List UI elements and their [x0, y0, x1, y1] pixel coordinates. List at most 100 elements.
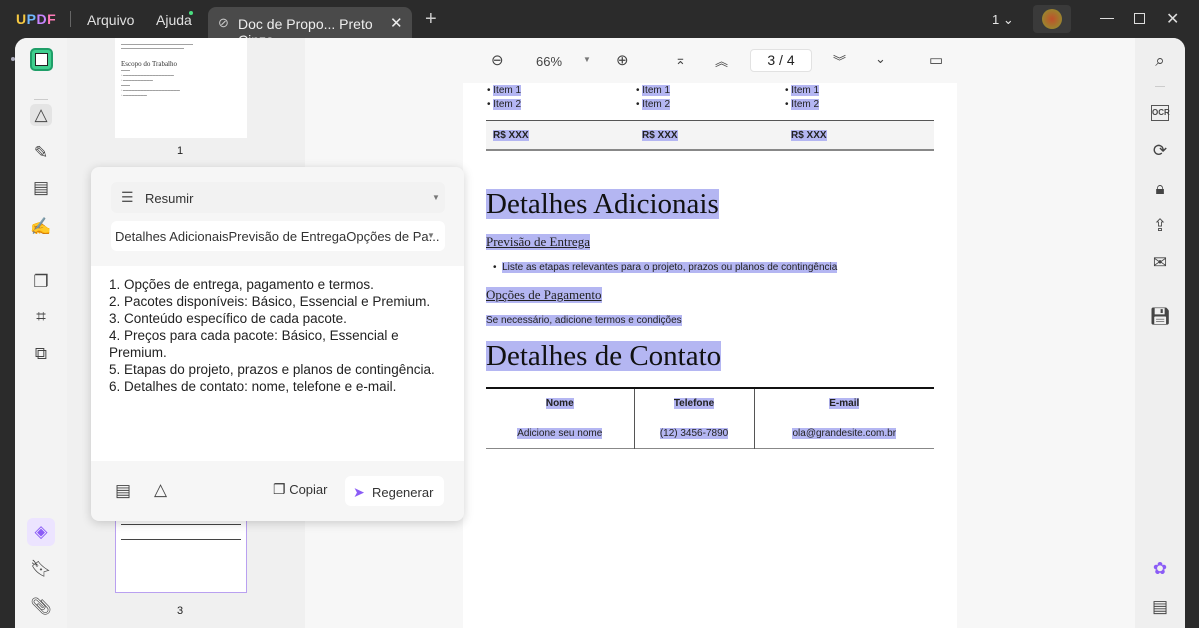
insert-comment-icon[interactable]: ▤ [115, 481, 131, 501]
last-page-icon[interactable]: ⌄ [875, 51, 886, 67]
page-indicator[interactable]: 1 ⌄ [992, 12, 1014, 28]
regenerate-label: Regenerar [371, 485, 434, 500]
search-icon[interactable]: ⌕ [1149, 50, 1171, 72]
ai-assistant-icon[interactable]: ✿ [1149, 558, 1171, 580]
protect-icon[interactable]: 🔒︎ [1149, 178, 1171, 200]
table-cell: (12) 3456-7890 [659, 427, 729, 439]
selection-value: Detalhes AdicionaisPrevisão de EntregaOp… [115, 229, 440, 244]
chevron-down-icon: ⌄ [1002, 12, 1014, 27]
page-number-input[interactable]: 3 / 4 [750, 49, 812, 72]
heading-previsao-entrega: Previsão de Entrega [486, 234, 590, 250]
tab-document[interactable]: ⊘ Doc de Propo... Preto Cinza ✕ [208, 7, 412, 48]
convert-icon[interactable]: ⟳ [1149, 140, 1171, 162]
window-count: 1 [992, 12, 1000, 27]
thumbnail-table [121, 524, 241, 540]
contact-table: Nome Telefone E-mail Adicione seu nome (… [486, 387, 934, 449]
email-icon[interactable]: ✉ [1149, 252, 1171, 274]
selection-select[interactable]: Detalhes AdicionaisPrevisão de EntregaOp… [111, 221, 445, 251]
organize-pages-icon[interactable]: ❐ [30, 271, 52, 293]
thumbnail-label-3: 3 [177, 605, 184, 617]
copy-label: Copiar [289, 482, 328, 497]
zoom-level[interactable]: 66% [536, 54, 562, 69]
item: Item 1 [791, 85, 820, 96]
regenerate-button[interactable]: ➤ Regenerar [345, 476, 444, 506]
share-icon[interactable]: ⇪ [1149, 215, 1171, 237]
item: Item 2 [642, 99, 671, 110]
comment-icon[interactable]: ▤ [1149, 596, 1171, 618]
mode-select[interactable]: ☰ Resumir ▼ [111, 182, 445, 213]
reader-mode-button[interactable] [30, 48, 53, 71]
divider [1155, 86, 1165, 87]
edit-icon[interactable]: ✎ [30, 142, 52, 164]
divider [70, 11, 71, 27]
form-icon[interactable]: ▤ [30, 177, 52, 199]
heading-opcoes-pagamento: Opções de Pagamento [486, 287, 602, 303]
close-tab-icon[interactable]: ✕ [390, 14, 403, 32]
bookmark-icon[interactable]: 🔖︎ [30, 558, 52, 580]
maximize-button[interactable] [1134, 13, 1145, 24]
summary-output: 1. Opções de entrega, pagamento e termos… [91, 266, 464, 461]
heading-detalhes-contato: Detalhes de Contato [486, 340, 722, 372]
highlight-icon[interactable]: △ [154, 480, 167, 500]
bullet-text: Liste as etapas relevantes para o projet… [502, 262, 838, 273]
layers-icon[interactable]: ◈ [27, 518, 55, 546]
menu-ajuda[interactable]: Ajuda [156, 12, 192, 28]
price: R$ XXX [791, 130, 827, 141]
thumbnail-label-1: 1 [177, 145, 184, 157]
current-page: 3 [767, 52, 776, 68]
save-icon[interactable]: 💾︎ [1149, 306, 1171, 328]
updf-logo: UPDF [16, 11, 57, 27]
payment-paragraph: Se necessário, adicione termos e condiçõ… [486, 315, 682, 326]
notification-dot [189, 11, 193, 15]
table-row: Adicione seu nome (12) 3456-7890 ola@gra… [486, 418, 934, 449]
zoom-in-icon[interactable]: ⊕ [616, 51, 629, 69]
attachment-icon[interactable]: 📎︎ [30, 596, 52, 618]
list-icon: ☰ [121, 189, 134, 205]
bullet-item: • Liste as etapas relevantes para o proj… [493, 262, 838, 273]
close-window-button[interactable]: ✕ [1166, 9, 1179, 29]
thumbnail-page-3[interactable] [115, 513, 247, 593]
summary-line: 3. Conteúdo específico de cada pacote. [109, 311, 347, 326]
thumbnail-page-1[interactable]: ▬▬▬▬▬▬▬▬▬▬▬▬▬▬▬▬▬▬▬▬▬▬▬▬ ▬▬▬▬▬▬▬▬▬▬▬▬▬▬▬▬… [115, 38, 247, 138]
chevron-down-icon: ▼ [432, 193, 440, 202]
avatar-button[interactable] [1033, 5, 1071, 33]
page-separator: / [779, 52, 783, 68]
summary-line: 6. Detalhes de contato: nome, telefone e… [109, 379, 397, 394]
table-header: E-mail [829, 398, 860, 410]
next-page-icon[interactable]: ︾ [833, 51, 846, 70]
menu-arquivo[interactable]: Arquivo [87, 12, 134, 28]
first-page-icon[interactable]: ⌅ [675, 52, 686, 68]
edit-off-icon: ⊘ [218, 15, 229, 30]
price: R$ XXX [642, 130, 678, 141]
highlighter-icon[interactable]: △ [30, 104, 52, 126]
item: Item 1 [493, 85, 522, 96]
item: Item 2 [493, 99, 522, 110]
summary-line: 1. Opções de entrega, pagamento e termos… [109, 277, 374, 292]
summary-line: 4. Preços para cada pacote: Básico, Esse… [109, 328, 399, 360]
mode-value: Resumir [145, 191, 194, 206]
summary-line: 2. Pacotes disponíveis: Básico, Essencia… [109, 294, 431, 309]
left-toolbar: △ ✎ ▤ ✍ ❐ ⌗ ⧉ ◈ 🔖︎ 📎︎ [15, 38, 67, 628]
compare-icon[interactable]: ⧉ [30, 343, 52, 365]
total-pages: 4 [786, 52, 795, 68]
zoom-out-icon[interactable]: ⊖ [491, 51, 504, 69]
chevron-down-icon: ▼ [427, 231, 435, 240]
presentation-icon[interactable]: ▭ [929, 51, 943, 69]
fill-sign-icon[interactable]: ✍ [30, 216, 52, 238]
crop-icon[interactable]: ⌗ [30, 306, 52, 328]
table-header: Nome [545, 398, 574, 410]
heading-detalhes-adicionais: Detalhes Adicionais [486, 188, 719, 220]
new-tab-button[interactable]: + [425, 8, 437, 31]
send-icon: ➤ [353, 484, 365, 500]
table-cell: Adicione seu nome [517, 427, 603, 439]
pdf-page: • Item 1 • Item 2 • Item 1 • Item 2 • Item… [463, 83, 957, 628]
minimize-button[interactable] [1100, 18, 1114, 19]
price: R$ XXX [493, 130, 529, 141]
ocr-icon[interactable]: OCR [1151, 105, 1170, 121]
copy-icon: ❐ [273, 481, 286, 497]
item: Item 2 [791, 99, 820, 110]
copy-button[interactable]: ❐ Copiar [273, 481, 327, 498]
zoom-dropdown-icon[interactable]: ▼ [583, 55, 591, 64]
table-header: Telefone [673, 398, 715, 410]
previous-page-icon[interactable]: ︽ [715, 51, 728, 70]
